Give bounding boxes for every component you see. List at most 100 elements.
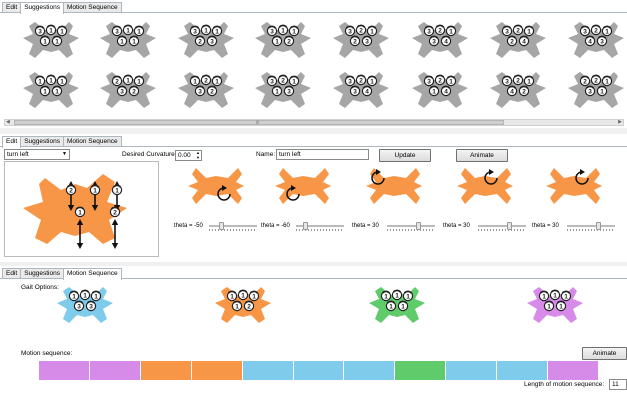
gait-robot[interactable]: 32123: [331, 20, 391, 60]
joint-badge[interactable]: 1: [277, 24, 289, 36]
joint-badge[interactable]: 1: [56, 25, 68, 37]
joint-badge[interactable]: 2: [590, 24, 602, 36]
joint-badge[interactable]: 2: [283, 35, 295, 47]
joint-badge[interactable]: 1: [366, 25, 378, 37]
joint-badge[interactable]: 3: [344, 25, 356, 37]
joint-badge[interactable]: 2: [579, 75, 591, 87]
joint-badge[interactable]: 1: [211, 75, 223, 87]
joint-badge[interactable]: 1: [385, 300, 397, 312]
sequence-step[interactable]: [395, 361, 447, 380]
joint-badge[interactable]: 3: [344, 75, 356, 87]
joint-badge[interactable]: 1: [391, 289, 403, 301]
theta-slider[interactable]: [209, 222, 257, 231]
joint-badge[interactable]: 2: [355, 24, 367, 36]
motion-sequence-bar[interactable]: [39, 361, 599, 380]
joint-badge[interactable]: 3: [596, 35, 608, 47]
animate-sequence-button[interactable]: Animate: [582, 347, 627, 360]
joint-badge[interactable]: 3: [584, 85, 596, 97]
joint-badge[interactable]: 1: [111, 184, 123, 196]
joint-badge[interactable]: 2: [111, 75, 123, 87]
spinner-icon[interactable]: ▲ ▼: [196, 150, 200, 160]
sequence-step[interactable]: [140, 361, 192, 380]
gait-robot[interactable]: 11111: [367, 285, 427, 325]
sequence-step[interactable]: [548, 361, 599, 380]
joint-badge[interactable]: 3: [34, 25, 46, 37]
sequence-step[interactable]: [191, 361, 243, 380]
scroll-left-icon[interactable]: ◀: [6, 119, 10, 125]
joint-badge[interactable]: 1: [211, 25, 223, 37]
gait-robot[interactable]: 321 3 4: [331, 70, 391, 110]
joint-badge[interactable]: 1: [596, 85, 608, 97]
joint-badge[interactable]: 4: [584, 35, 596, 47]
joint-badge[interactable]: 1: [237, 289, 249, 301]
theta-slider[interactable]: [387, 222, 435, 231]
joint-badge[interactable]: 4: [361, 85, 373, 97]
slider-thumb[interactable]: [596, 222, 601, 230]
gait-robot[interactable]: 11112: [213, 285, 273, 325]
gait-robot[interactable]: 31111: [21, 20, 81, 60]
joint-badge[interactable]: 1: [200, 24, 212, 36]
joint-badge[interactable]: 3: [501, 75, 513, 87]
joint-badge[interactable]: 3: [423, 75, 435, 87]
sequence-step[interactable]: [497, 361, 549, 380]
joint-badge[interactable]: 1: [51, 85, 63, 97]
tab-edit[interactable]: Edit: [2, 136, 22, 148]
joint-badge[interactable]: 1: [45, 74, 57, 86]
gait-robot[interactable]: 32142: [488, 70, 548, 110]
joint-badge[interactable]: 1: [445, 25, 457, 37]
joint-badge[interactable]: 1: [397, 300, 409, 312]
joint-badge[interactable]: 1: [538, 290, 550, 302]
joint-badge[interactable]: 2: [434, 24, 446, 36]
gait-robot[interactable]: 11111: [21, 70, 81, 110]
joint-badge[interactable]: 3: [428, 35, 440, 47]
joint-badge[interactable]: 1: [428, 85, 440, 97]
joint-badge[interactable]: 1: [366, 75, 378, 87]
slider-thumb[interactable]: [303, 222, 308, 230]
joint-badge[interactable]: 4: [440, 85, 452, 97]
update-button[interactable]: Update: [379, 149, 431, 162]
joint-badge[interactable]: 1: [288, 25, 300, 37]
joint-badge[interactable]: 2: [206, 85, 218, 97]
joint-badge[interactable]: 1: [122, 74, 134, 86]
joint-badge[interactable]: 2: [65, 184, 77, 196]
joint-badge[interactable]: 2: [506, 35, 518, 47]
gait-editor-canvas[interactable]: 2 1 1 1 2: [4, 161, 159, 257]
joint-badge[interactable]: 1: [122, 24, 134, 36]
curvature-input[interactable]: 0.00 ▲ ▼: [175, 150, 202, 161]
gait-robot[interactable]: 11111: [525, 285, 585, 325]
joint-badge[interactable]: 1: [560, 290, 572, 302]
sequence-step[interactable]: [242, 361, 294, 380]
joint-badge[interactable]: 2: [355, 74, 367, 86]
joint-badge[interactable]: 1: [445, 75, 457, 87]
joint-badge[interactable]: 1: [543, 300, 555, 312]
joint-badge[interactable]: 1: [90, 290, 102, 302]
gait-robot[interactable]: 32113: [253, 70, 313, 110]
joint-badge[interactable]: 1: [51, 35, 63, 47]
joint-badge[interactable]: 3: [423, 25, 435, 37]
joint-badge[interactable]: 2: [194, 35, 206, 47]
joint-badge[interactable]: 2: [243, 300, 255, 312]
joint-badge[interactable]: 1: [68, 290, 80, 302]
joint-badge[interactable]: 3: [116, 85, 128, 97]
gait-robot[interactable]: 32114: [410, 70, 470, 110]
gait-robot[interactable]: 321 3 4: [410, 20, 470, 60]
joint-badge[interactable]: 1: [39, 85, 51, 97]
joint-badge[interactable]: 1: [56, 75, 68, 87]
joint-badge[interactable]: 3: [73, 300, 85, 312]
joint-badge[interactable]: 1: [74, 206, 86, 218]
tab-motion-sequence[interactable]: Motion Sequence: [62, 268, 122, 280]
joint-badge[interactable]: 4: [518, 35, 530, 47]
joint-badge[interactable]: 3: [189, 25, 201, 37]
joint-badge[interactable]: 1: [601, 25, 613, 37]
joint-badge[interactable]: 3: [361, 35, 373, 47]
joint-badge[interactable]: 1: [133, 25, 145, 37]
joint-badge[interactable]: 1: [133, 75, 145, 87]
joint-badge[interactable]: 1: [523, 25, 535, 37]
joint-badge[interactable]: 1: [45, 24, 57, 36]
joint-badge[interactable]: 3: [111, 25, 123, 37]
joint-badge[interactable]: 1: [549, 289, 561, 301]
joint-badge[interactable]: 3: [206, 35, 218, 47]
scroll-right-icon[interactable]: ▶: [618, 119, 622, 125]
joint-badge[interactable]: 1: [601, 75, 613, 87]
joint-badge[interactable]: 1: [271, 35, 283, 47]
